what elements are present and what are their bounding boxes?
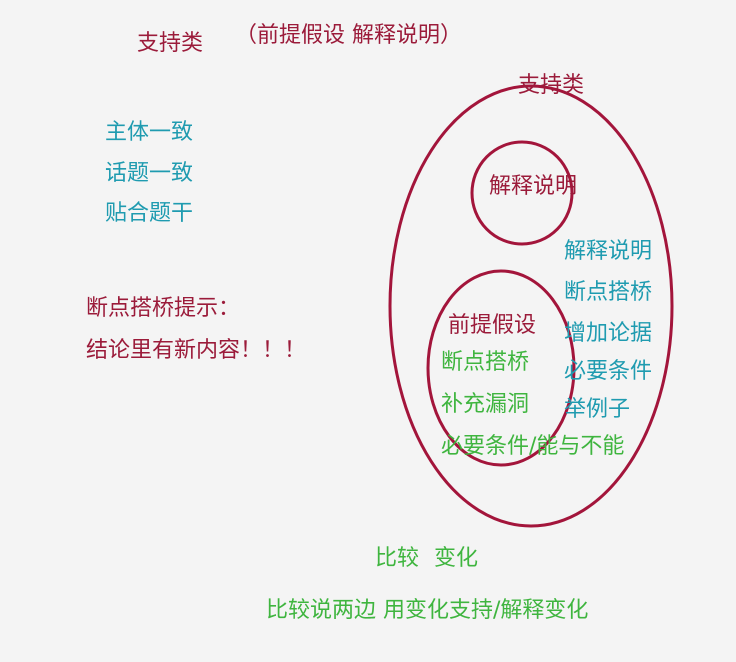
bottom-line-1: 比较 变化 (375, 546, 478, 571)
right-item: 举例子 (564, 397, 631, 422)
inner-bottom-item: 必要条件/能与不能 (441, 434, 625, 459)
page-subtitle: （前提假设 解释说明） (235, 23, 462, 48)
right-item: 解释说明 (564, 239, 653, 264)
outer-ring (388, 84, 674, 528)
inner-bottom-label: 前提假设 (448, 313, 537, 338)
bottom-line-2: 比较说两边 用变化支持/解释变化 (266, 598, 589, 623)
right-item: 断点搭桥 (564, 280, 653, 305)
hint-line-1: 断点搭桥提示： (86, 296, 241, 321)
note-item: 贴合题干 (105, 201, 194, 226)
inner-bottom-item: 补充漏洞 (441, 392, 530, 417)
inner-top-label: 解释说明 (489, 174, 578, 199)
right-item: 必要条件 (564, 359, 653, 384)
right-item: 增加论据 (564, 321, 653, 346)
outer-ring-label: 支持类 (518, 73, 585, 98)
note-item: 话题一致 (105, 161, 194, 186)
hint-line-2: 结论里有新内容！！！ (86, 338, 307, 363)
inner-bottom-item: 断点搭桥 (441, 350, 530, 375)
page-title: 支持类 (137, 31, 204, 56)
note-item: 主体一致 (105, 120, 194, 145)
